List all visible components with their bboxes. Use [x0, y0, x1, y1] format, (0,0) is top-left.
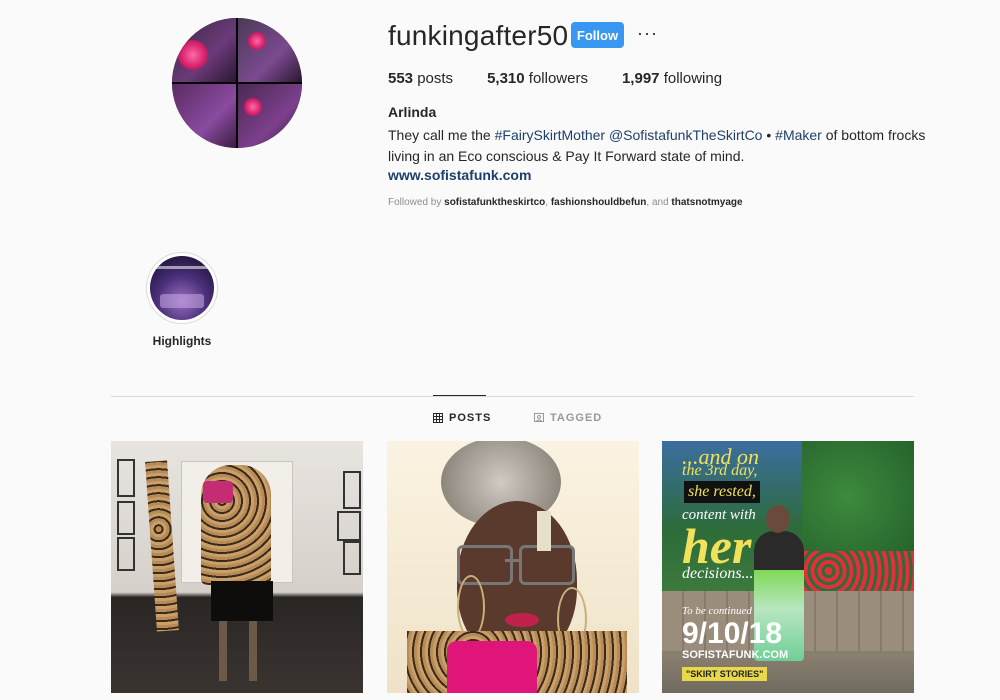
bio-mention-sofistafunk[interactable]: @SofistafunkTheSkirtCo: [609, 127, 763, 143]
tabs-divider: [111, 396, 914, 397]
avatar-flower: [248, 32, 266, 50]
highlight-item[interactable]: Highlights: [146, 252, 218, 348]
following-count-value: 1,997: [621, 70, 660, 87]
tab-posts-label: POSTS: [449, 412, 492, 424]
bio-bullet: •: [762, 127, 776, 143]
active-tab-indicator: [433, 395, 486, 396]
tab-posts[interactable]: POSTS: [433, 412, 491, 424]
followers-count[interactable]: 5,310 followers: [487, 70, 588, 87]
overlay-text: her: [682, 518, 752, 574]
following-count-label: following: [663, 70, 723, 87]
overlay-text: To be continued: [682, 605, 752, 617]
overlay-text: the 3rd day,: [682, 462, 758, 479]
overlay-text: "SKIRT STORIES": [682, 667, 768, 681]
profile-bio: They call me the #FairySkirtMother @Sofi…: [388, 125, 928, 167]
highlight-label: Highlights: [152, 334, 212, 348]
followed-by-user[interactable]: sofistafunktheskirtco: [444, 197, 545, 208]
highlight-ring: [146, 252, 218, 324]
tag-icon: [534, 413, 544, 423]
profile-full-name: Arlinda: [388, 104, 437, 120]
avatar-photo-4: [238, 84, 302, 148]
bio-text: They call me the: [388, 127, 495, 143]
follow-button[interactable]: Follow: [571, 22, 624, 48]
bio-hashtag-fairyskirtmother[interactable]: #FairySkirtMother: [495, 127, 605, 143]
tab-tagged-label: TAGGED: [550, 412, 603, 424]
followed-by-prefix: Followed by: [388, 197, 445, 208]
posts-count[interactable]: 553 posts: [388, 70, 453, 87]
profile-stats: 553 posts 5,310 followers 1,997 followin…: [388, 70, 756, 87]
overlay-text: decisions...: [682, 565, 754, 582]
post-thumbnail[interactable]: ...and on the 3rd day, she rested, conte…: [662, 441, 914, 693]
avatar-flower: [178, 40, 208, 70]
highlight-cover-image: [150, 256, 214, 320]
followed-by-user[interactable]: fashionshouldbefun: [551, 197, 647, 208]
bio-hashtag-maker[interactable]: #Maker: [775, 127, 822, 143]
avatar-photo-3: [172, 84, 236, 148]
posts-count-label: posts: [417, 70, 454, 87]
avatar-divider: [172, 82, 302, 84]
more-options-icon[interactable]: ···: [637, 24, 657, 42]
followed-by: Followed by sofistafunktheskirtco, fashi…: [388, 197, 743, 208]
overlay-text: she rested,: [684, 481, 760, 503]
profile-avatar[interactable]: [172, 18, 302, 148]
avatar-flower: [244, 98, 262, 116]
tab-tagged[interactable]: TAGGED: [534, 412, 602, 424]
followers-count-label: followers: [528, 70, 588, 87]
followed-by-user[interactable]: thatsnotmyage: [671, 197, 742, 208]
profile-username: funkingafter50: [388, 20, 569, 51]
avatar-photo-2: [238, 18, 302, 82]
profile-website-link[interactable]: www.sofistafunk.com: [388, 167, 531, 183]
overlay-text: 9/10/18: [682, 617, 783, 650]
posts-count-value: 553: [388, 70, 414, 87]
followers-count-value: 5,310: [487, 70, 525, 87]
followed-by-and: , and: [646, 197, 672, 208]
post-thumbnail[interactable]: [111, 441, 363, 693]
overlay-text: SOFISTAFUNK.COM: [682, 649, 789, 661]
post-thumbnail[interactable]: [387, 441, 639, 693]
grid-icon: [433, 413, 443, 423]
following-count[interactable]: 1,997 following: [622, 70, 722, 87]
